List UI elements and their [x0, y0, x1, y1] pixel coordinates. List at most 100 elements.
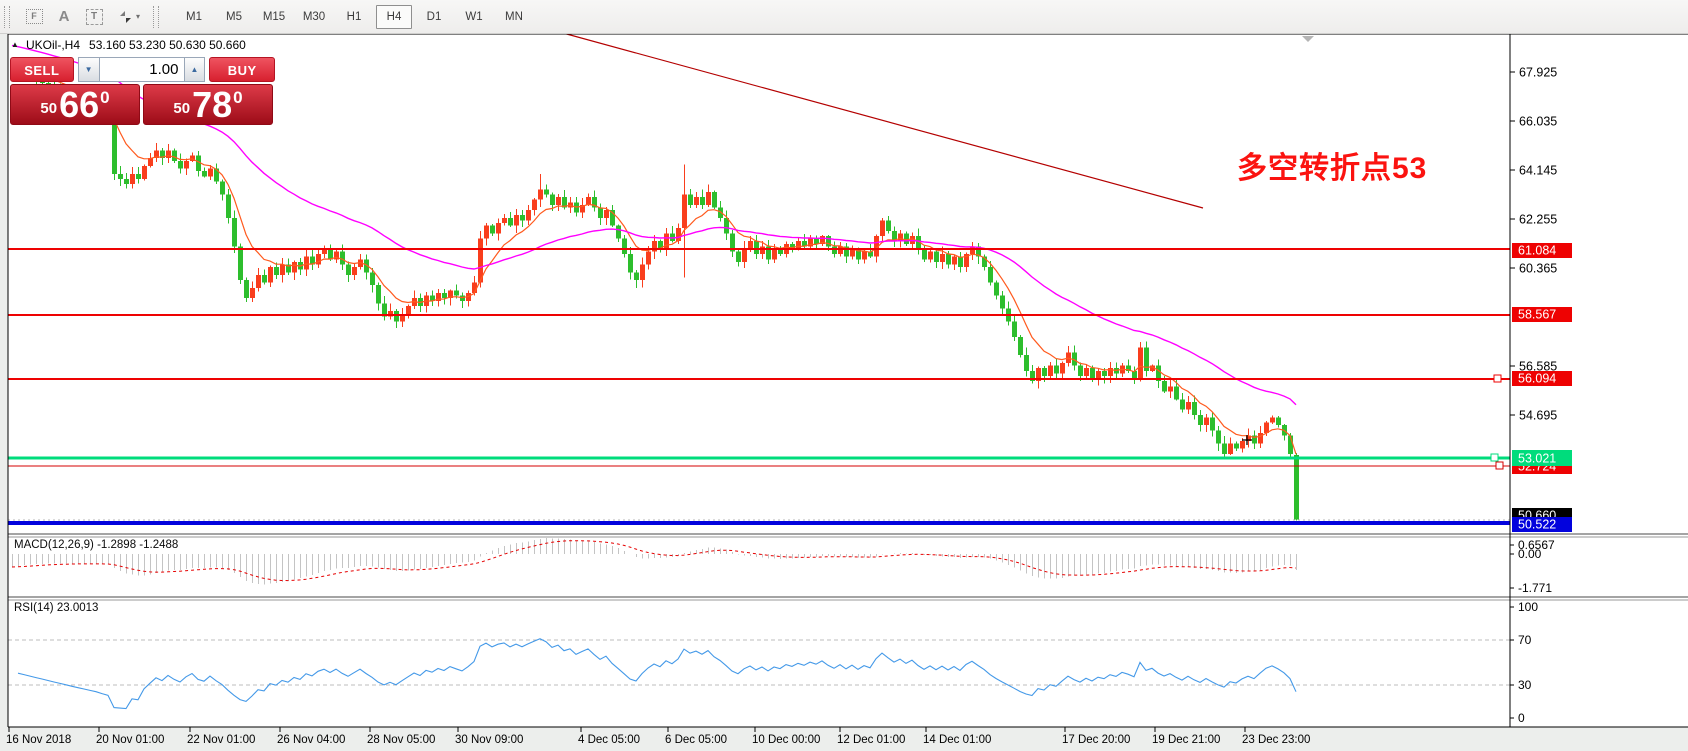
candle-body: [262, 275, 267, 283]
tf-button-m15[interactable]: M15: [256, 5, 292, 29]
date-label: 14 Dec 01:00: [923, 734, 991, 746]
price-tick-label: 64.145: [1519, 163, 1557, 177]
candle-body: [274, 267, 279, 275]
candle-body: [664, 233, 669, 249]
candle-body: [1258, 433, 1263, 443]
bid-price-box[interactable]: 50660: [10, 84, 140, 125]
tf-button-h1[interactable]: H1: [336, 5, 372, 29]
candle-body: [172, 150, 177, 160]
candle-body: [370, 272, 375, 285]
candle-body: [622, 239, 627, 255]
symbol-period: UKOil-,H4: [26, 38, 80, 52]
buy-button[interactable]: BUY: [209, 57, 275, 82]
text-label-icon[interactable]: T: [81, 5, 107, 29]
date-label: 10 Dec 00:00: [752, 734, 820, 746]
candle-body: [934, 252, 939, 262]
indicator-tick-label: 0.00: [1518, 547, 1542, 561]
price-tick-label: 62.255: [1519, 212, 1557, 226]
candle-body: [1180, 399, 1185, 409]
candle-body: [1234, 443, 1239, 448]
toolbar-grip[interactable]: [4, 6, 10, 28]
mt4-window: 67.92566.03564.14562.25560.36556.58554.6…: [0, 0, 1688, 751]
date-label: 23 Dec 23:00: [1242, 734, 1310, 746]
candle-body: [232, 218, 237, 247]
price-tick-label: 66.035: [1519, 114, 1557, 128]
candle-body: [1270, 417, 1275, 422]
candle-body: [1060, 363, 1065, 373]
date-label: 30 Nov 09:00: [455, 734, 523, 746]
volume-decrease-button[interactable]: [78, 57, 99, 82]
candle-body: [1012, 322, 1017, 338]
fibonacci-icon[interactable]: F: [21, 5, 47, 29]
candle-body: [352, 267, 357, 275]
panel-collapse-icon[interactable]: ▲: [11, 40, 19, 49]
toolbar: F A T ▾ M1M5M15M30H1H4D1W1MN: [0, 0, 1688, 34]
candle-body: [118, 174, 123, 179]
rsi-label: RSI(14) 23.0013: [14, 602, 98, 614]
candle-body: [460, 296, 465, 301]
candle-body: [616, 226, 621, 239]
candle-body: [880, 220, 885, 236]
tf-button-h4[interactable]: H4: [376, 5, 412, 29]
date-label: 28 Nov 05:00: [367, 734, 435, 746]
candle-body: [1078, 366, 1083, 376]
tf-button-mn[interactable]: MN: [496, 5, 532, 29]
text-icon[interactable]: A: [51, 5, 77, 29]
volume-increase-button[interactable]: [185, 57, 206, 82]
candle-body: [1222, 443, 1227, 453]
tf-button-m30[interactable]: M30: [296, 5, 332, 29]
candle-body: [904, 233, 909, 243]
candle-body: [550, 194, 555, 204]
arrows-icon[interactable]: ▾: [111, 5, 147, 29]
candle-body: [136, 174, 141, 179]
candle-body: [184, 161, 189, 169]
candle-body: [994, 283, 999, 296]
indicator-tick-label: 70: [1518, 633, 1532, 647]
candle-body: [712, 192, 717, 208]
candle-body: [862, 252, 867, 260]
candle-body: [760, 246, 765, 254]
macd-label: MACD(12,26,9) -1.2898 -1.2488: [14, 539, 178, 551]
tf-button-m5[interactable]: M5: [216, 5, 252, 29]
sell-button[interactable]: SELL: [10, 57, 74, 82]
candle-body: [1210, 417, 1215, 430]
candle-body: [814, 239, 819, 244]
toolbar-grip[interactable]: [153, 6, 159, 28]
date-label: 20 Nov 01:00: [96, 734, 164, 746]
timeframe-group: M1M5M15M30H1H4D1W1MN: [174, 5, 534, 29]
price-tick-label: 54.695: [1519, 408, 1557, 422]
candle-body: [508, 218, 513, 226]
candle-body: [496, 223, 501, 233]
candle-body: [586, 197, 591, 205]
indicator-tick-label: -1.771: [1518, 581, 1552, 595]
candle-body: [304, 257, 309, 270]
tf-button-m1[interactable]: M1: [176, 5, 212, 29]
date-label: 26 Nov 04:00: [277, 734, 345, 746]
price-line-label-text: 56.094: [1518, 372, 1556, 386]
tf-button-d1[interactable]: D1: [416, 5, 452, 29]
price-line-label-text: 61.084: [1518, 244, 1556, 258]
candle-body: [1240, 441, 1245, 449]
candle-body: [706, 192, 711, 205]
candle-body: [736, 252, 741, 262]
price-line-label-text: 58.567: [1518, 308, 1556, 322]
chart-bg[interactable]: [8, 34, 1688, 727]
date-label: 16 Nov 2018: [6, 734, 71, 746]
line-handle[interactable]: [1491, 454, 1498, 461]
candle-body: [1174, 386, 1179, 399]
candle-body: [1090, 368, 1095, 378]
candle-body: [1294, 455, 1299, 520]
candle-body: [328, 249, 333, 259]
line-handle[interactable]: [1494, 375, 1501, 382]
volume-input[interactable]: [99, 57, 185, 82]
candle-body: [796, 241, 801, 249]
price-tick-label: 60.365: [1519, 261, 1557, 275]
candle-body: [952, 257, 957, 265]
candle-body: [520, 215, 525, 220]
candle-body: [346, 264, 351, 274]
candle-body: [1276, 417, 1281, 425]
ask-price-box[interactable]: 50780: [143, 84, 273, 125]
tf-button-w1[interactable]: W1: [456, 5, 492, 29]
line-handle[interactable]: [1496, 462, 1503, 469]
candle-body: [604, 210, 609, 218]
